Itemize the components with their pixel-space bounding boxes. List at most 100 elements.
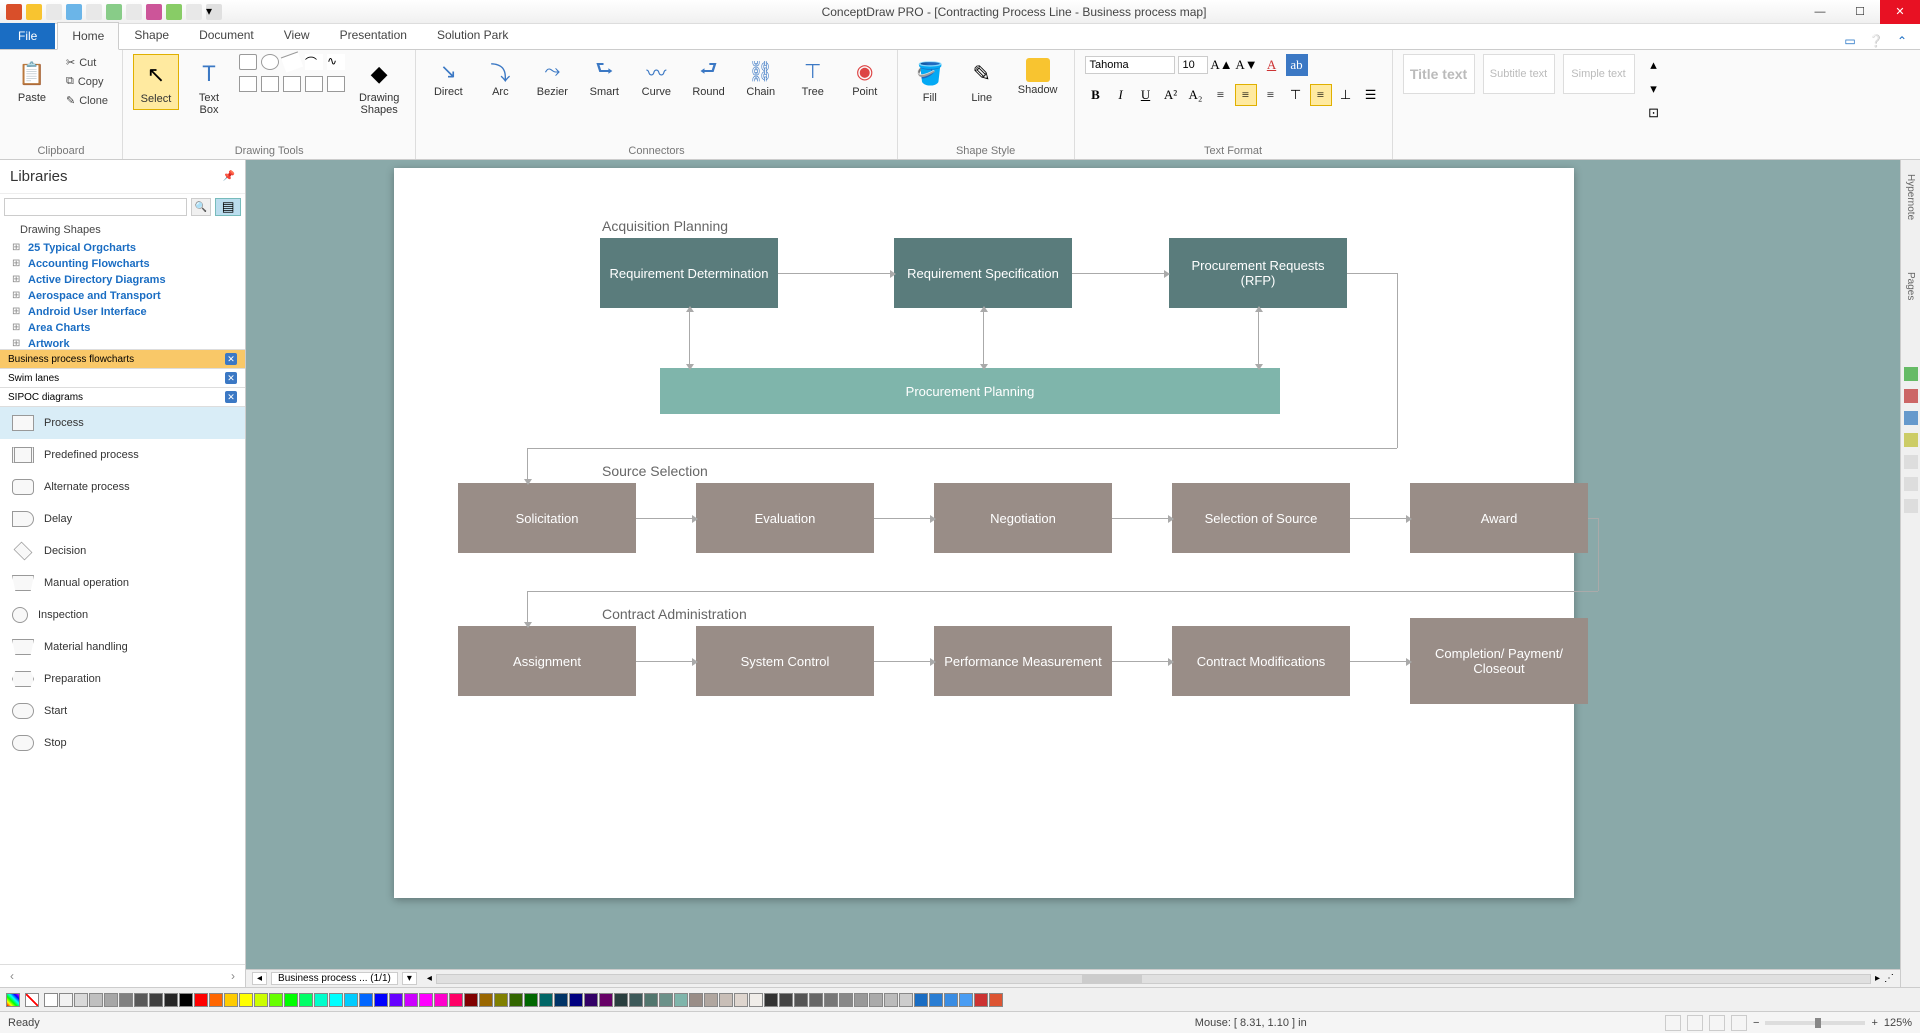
- resize-handle-icon[interactable]: ⋰: [1884, 973, 1894, 984]
- color-swatch[interactable]: [959, 993, 973, 1007]
- color-swatch[interactable]: [464, 993, 478, 1007]
- shape-stop[interactable]: Stop: [0, 727, 245, 759]
- color-swatch[interactable]: [899, 993, 913, 1007]
- shape-inspection[interactable]: Inspection: [0, 599, 245, 631]
- spline-shape-icon[interactable]: ∿: [327, 54, 345, 70]
- color-swatch[interactable]: [989, 993, 1003, 1007]
- status-icon[interactable]: [1665, 1015, 1681, 1031]
- drawing-shapes-button[interactable]: ◆ Drawing Shapes: [353, 54, 405, 120]
- tab-document[interactable]: Document: [184, 21, 269, 49]
- grow-font-icon[interactable]: A▲: [1211, 54, 1233, 76]
- copy-button[interactable]: ⧉Copy: [62, 73, 112, 90]
- qat-more-icon[interactable]: ▾: [206, 4, 222, 20]
- horizontal-scrollbar[interactable]: [436, 974, 1871, 984]
- color-swatch[interactable]: [929, 993, 943, 1007]
- connector-tree[interactable]: ⊤Tree: [791, 54, 835, 102]
- color-swatch[interactable]: [509, 993, 523, 1007]
- tab-presentation[interactable]: Presentation: [325, 21, 422, 49]
- shape-material-handling[interactable]: Material handling: [0, 631, 245, 663]
- qat-cut-icon[interactable]: [146, 4, 162, 20]
- zoom-label[interactable]: 125%: [1884, 1017, 1912, 1029]
- pin-icon[interactable]: 📌: [223, 171, 235, 182]
- align-middle-icon[interactable]: ≡: [1310, 84, 1332, 106]
- color-swatch[interactable]: [884, 993, 898, 1007]
- color-swatch[interactable]: [719, 993, 733, 1007]
- tree-item[interactable]: Accounting Flowcharts: [0, 256, 245, 272]
- diagram-box[interactable]: Assignment: [458, 626, 636, 696]
- diagram-box[interactable]: Award: [1410, 483, 1588, 553]
- color-swatch[interactable]: [674, 993, 688, 1007]
- diagram-box[interactable]: Requirement Determination: [600, 238, 778, 308]
- shape-decision[interactable]: Decision: [0, 535, 245, 567]
- color-swatch[interactable]: [209, 993, 223, 1007]
- qat-paste-icon[interactable]: [186, 4, 202, 20]
- fill-button[interactable]: 🪣Fill: [908, 54, 952, 108]
- color-swatch[interactable]: [254, 993, 268, 1007]
- diagram-box[interactable]: Procurement Planning: [660, 368, 1280, 414]
- color-swatch[interactable]: [614, 993, 628, 1007]
- font-family-select[interactable]: Tahoma: [1085, 56, 1175, 74]
- tab-view[interactable]: View: [269, 21, 325, 49]
- libtab-sipoc[interactable]: SIPOC diagrams✕: [0, 388, 245, 407]
- color-swatch[interactable]: [734, 993, 748, 1007]
- rbar-icon[interactable]: [1904, 477, 1918, 491]
- scroll-right-icon[interactable]: ▸: [1875, 973, 1880, 984]
- textbox-tool-button[interactable]: T Text Box: [187, 54, 231, 120]
- search-input[interactable]: [4, 198, 187, 216]
- color-wheel-icon[interactable]: [6, 993, 20, 1007]
- pages-tab[interactable]: Pages: [1903, 266, 1918, 306]
- qat-new-icon[interactable]: [26, 4, 42, 20]
- align-right-icon[interactable]: ≡: [1260, 84, 1282, 106]
- color-swatch[interactable]: [569, 993, 583, 1007]
- rbar-icon[interactable]: [1904, 433, 1918, 447]
- tree-item[interactable]: Aerospace and Transport: [0, 288, 245, 304]
- qat-save-icon[interactable]: [66, 4, 82, 20]
- italic-button[interactable]: I: [1110, 84, 1132, 106]
- rbar-icon[interactable]: [1904, 499, 1918, 513]
- color-swatch[interactable]: [104, 993, 118, 1007]
- search-button[interactable]: 🔍: [191, 198, 211, 216]
- color-swatch[interactable]: [119, 993, 133, 1007]
- hypernote-tab[interactable]: Hypernote: [1903, 168, 1918, 226]
- color-swatch[interactable]: [974, 993, 988, 1007]
- close-icon[interactable]: ✕: [225, 353, 237, 365]
- select-tool-button[interactable]: ↖ Select: [133, 54, 179, 110]
- font-size-select[interactable]: 10: [1178, 56, 1208, 74]
- superscript-button[interactable]: A²: [1160, 84, 1182, 106]
- style-simple[interactable]: Simple text: [1563, 54, 1635, 94]
- qat-copy-icon[interactable]: [166, 4, 182, 20]
- color-swatch[interactable]: [374, 993, 388, 1007]
- color-swatch[interactable]: [779, 993, 793, 1007]
- styles-down-icon[interactable]: ▾: [1643, 78, 1665, 100]
- diagram-box[interactable]: Contract Modifications: [1172, 626, 1350, 696]
- polygon-icon[interactable]: [261, 76, 279, 92]
- page-dropdown-button[interactable]: ▾: [402, 972, 417, 985]
- canvas-wrap[interactable]: Acquisition Planning Requirement Determi…: [246, 160, 1900, 987]
- shapes-list[interactable]: Process Predefined process Alternate pro…: [0, 407, 245, 964]
- arc-shape-icon[interactable]: ⌒: [305, 54, 323, 70]
- highlight-icon[interactable]: ab: [1286, 54, 1308, 76]
- rbar-icon[interactable]: [1904, 455, 1918, 469]
- styles-expand-icon[interactable]: ⊡: [1643, 102, 1665, 124]
- diagram-box[interactable]: Negotiation: [934, 483, 1112, 553]
- diagram-box[interactable]: Procurement Requests (RFP): [1169, 238, 1347, 308]
- status-icon[interactable]: [1687, 1015, 1703, 1031]
- connector-chain[interactable]: ⛓Chain: [739, 54, 783, 102]
- list-icon[interactable]: ☰: [1360, 84, 1382, 106]
- freehand-icon[interactable]: [283, 76, 301, 92]
- page-name[interactable]: Business process ... (1/1): [271, 972, 398, 985]
- color-swatch[interactable]: [584, 993, 598, 1007]
- shape-alternate-process[interactable]: Alternate process: [0, 471, 245, 503]
- connector-direct[interactable]: ↘Direct: [426, 54, 470, 102]
- color-swatch[interactable]: [269, 993, 283, 1007]
- color-swatch[interactable]: [809, 993, 823, 1007]
- cut-button[interactable]: ✂Cut: [62, 54, 112, 71]
- underline-button[interactable]: U: [1135, 84, 1157, 106]
- tree-item[interactable]: Android User Interface: [0, 304, 245, 320]
- color-swatch[interactable]: [524, 993, 538, 1007]
- canvas[interactable]: Acquisition Planning Requirement Determi…: [394, 168, 1574, 898]
- font-color-icon[interactable]: A: [1261, 54, 1283, 76]
- color-swatch[interactable]: [74, 993, 88, 1007]
- maximize-button[interactable]: ☐: [1840, 0, 1880, 24]
- status-icon[interactable]: [1709, 1015, 1725, 1031]
